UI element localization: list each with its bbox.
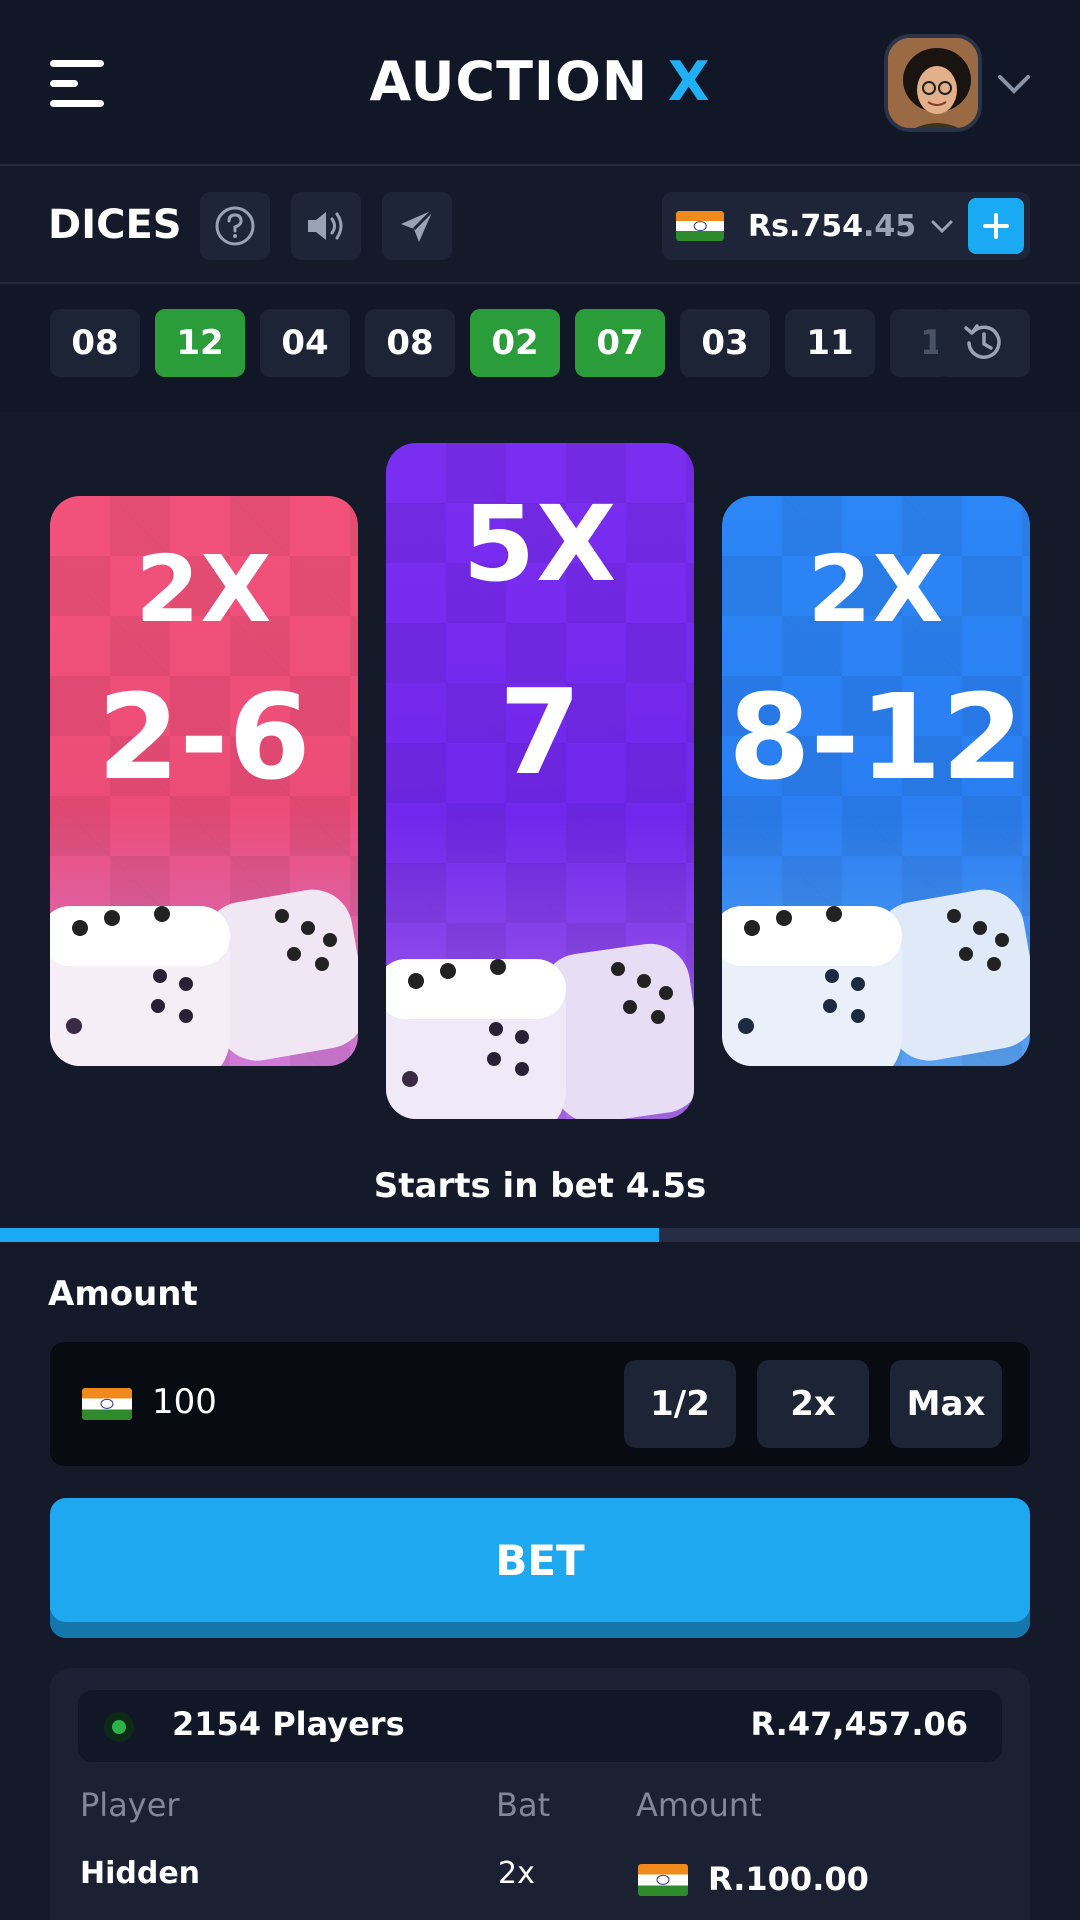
round-timer: Starts in bet 4.5s bbox=[373, 1166, 707, 1206]
india-flag-icon bbox=[638, 1864, 688, 1896]
chevron-down-icon[interactable] bbox=[928, 214, 956, 238]
bet-card-seven[interactable]: 5X 7 bbox=[386, 443, 694, 1119]
card-multiplier: 5X bbox=[462, 483, 618, 605]
logo-text: AUCTION bbox=[369, 50, 649, 113]
history-chip: 11 bbox=[785, 309, 875, 377]
card-range: 7 bbox=[498, 663, 582, 801]
card-multiplier: 2X bbox=[135, 536, 273, 643]
plus-icon bbox=[983, 213, 1009, 239]
players-summary: 2154 Players R.47,457.06 bbox=[78, 1690, 1002, 1762]
speaker-icon bbox=[308, 212, 343, 240]
players-panel: 2154 Players R.47,457.06 Player Bat Amou… bbox=[50, 1668, 1030, 1920]
history-chip: 07 bbox=[575, 309, 665, 377]
deposit-button[interactable] bbox=[968, 198, 1024, 254]
players-count: 2154 Players bbox=[172, 1705, 405, 1743]
timer-progress-bar bbox=[0, 1228, 1080, 1242]
app-header: AUCTION X bbox=[0, 0, 1080, 166]
dice-icon bbox=[722, 889, 1030, 1066]
players-total-amount: R.47,457.06 bbox=[750, 1705, 968, 1743]
player-bet: 2x bbox=[498, 1856, 535, 1891]
dice-icon bbox=[386, 943, 694, 1119]
card-range: 2-6 bbox=[97, 668, 311, 806]
game-bar: DICES Rs.754.45 bbox=[0, 168, 1080, 284]
history-chip: 12 bbox=[155, 309, 245, 377]
player-amount: R.100.00 bbox=[708, 1860, 869, 1898]
history-chip: 02 bbox=[470, 309, 560, 377]
india-flag-icon bbox=[676, 211, 724, 241]
help-button[interactable] bbox=[200, 192, 270, 260]
column-header-bet: Bat bbox=[496, 1786, 551, 1824]
india-flag-icon bbox=[82, 1388, 132, 1420]
sound-button[interactable] bbox=[291, 192, 361, 260]
help-icon bbox=[215, 206, 255, 246]
bet-card-low[interactable]: 2X 2-6 bbox=[50, 496, 358, 1066]
balance-selector[interactable]: Rs.754.45 bbox=[662, 192, 1030, 260]
column-header-amount: Amount bbox=[636, 1786, 762, 1824]
share-button[interactable] bbox=[382, 192, 452, 260]
card-range: 8-12 bbox=[728, 668, 1024, 806]
history-chip: 04 bbox=[260, 309, 350, 377]
amount-label: Amount bbox=[48, 1274, 198, 1314]
dice-icon bbox=[50, 889, 358, 1066]
bet-button[interactable]: BET bbox=[50, 1498, 1030, 1638]
logo-accent: X bbox=[667, 50, 711, 113]
balance-amount: Rs.754.45 bbox=[748, 209, 917, 244]
game-title: DICES bbox=[48, 202, 182, 248]
history-chip: 08 bbox=[365, 309, 455, 377]
max-amount-button[interactable]: Max bbox=[890, 1360, 1002, 1448]
half-amount-button[interactable]: 1/2 bbox=[624, 1360, 736, 1448]
bet-card-high[interactable]: 2X 8-12 bbox=[722, 496, 1030, 1066]
send-icon bbox=[401, 208, 435, 242]
double-amount-button[interactable]: 2x bbox=[757, 1360, 869, 1448]
results-history: 08 12 04 08 02 07 03 11 1 bbox=[0, 286, 1080, 412]
online-indicator-icon bbox=[104, 1712, 134, 1742]
card-multiplier: 2X bbox=[807, 536, 945, 643]
amount-input[interactable]: 100 bbox=[152, 1382, 217, 1422]
history-icon bbox=[964, 324, 1001, 359]
history-chip: 08 bbox=[50, 309, 140, 377]
amount-field[interactable]: 100 1/2 2x Max bbox=[50, 1342, 1030, 1466]
column-header-player: Player bbox=[80, 1786, 180, 1824]
timer-progress-fill bbox=[0, 1228, 659, 1242]
chevron-down-icon[interactable] bbox=[996, 68, 1032, 100]
avatar[interactable] bbox=[884, 34, 982, 132]
player-name: Hidden bbox=[80, 1856, 201, 1891]
history-chip: 03 bbox=[680, 309, 770, 377]
history-button[interactable] bbox=[938, 309, 1030, 377]
